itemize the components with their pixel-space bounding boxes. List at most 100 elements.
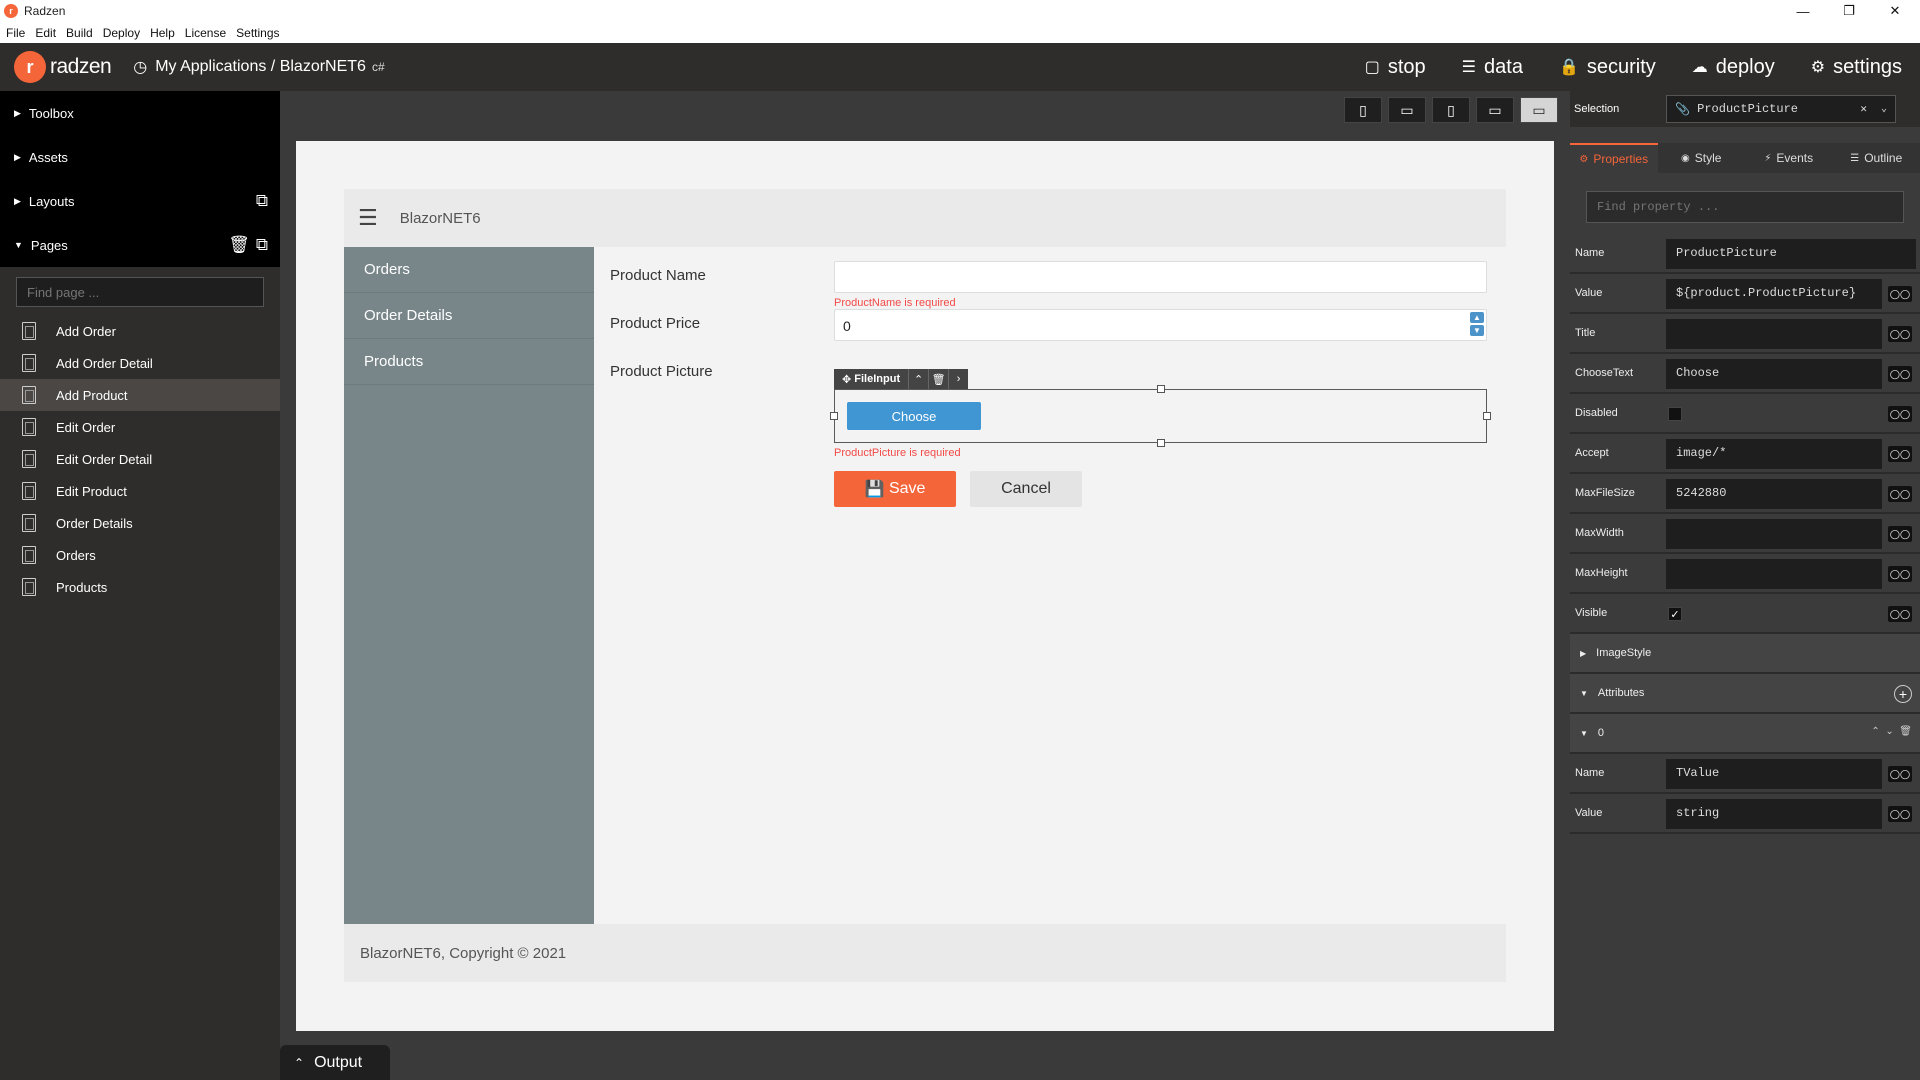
prop-value-input[interactable]: ${product.ProductPicture} bbox=[1666, 279, 1882, 309]
desktop-icon[interactable]: ▭ bbox=[1520, 97, 1558, 123]
menu-deploy[interactable]: Deploy bbox=[103, 26, 140, 40]
page-item-edit-order-detail[interactable]: Edit Order Detail bbox=[0, 443, 280, 475]
attr-value-input[interactable]: string bbox=[1666, 799, 1882, 829]
new-layout-icon[interactable]: ⧉ bbox=[256, 191, 268, 211]
restore-button[interactable]: ❐ bbox=[1826, 0, 1872, 22]
close-window-button[interactable]: ✕ bbox=[1872, 0, 1918, 22]
menu-license[interactable]: License bbox=[185, 26, 226, 40]
phone-portrait-icon[interactable]: ▯ bbox=[1344, 97, 1382, 123]
pages-section[interactable]: ▼ Pages 🗑 ⧉ bbox=[0, 223, 280, 267]
page-item-add-product[interactable]: Add Product bbox=[0, 379, 280, 411]
menu-file[interactable]: File bbox=[6, 26, 25, 40]
selection-dropdown[interactable]: 📎 ProductPicture ✕ ⌄ bbox=[1666, 95, 1896, 123]
bind-expression-icon[interactable]: ◯◯ bbox=[1888, 566, 1912, 582]
breadcrumb[interactable]: ◷ My Applications / BlazorNET6 c# bbox=[133, 57, 384, 77]
bind-expression-icon[interactable]: ◯◯ bbox=[1888, 766, 1912, 782]
phone-landscape-icon[interactable]: ▭ bbox=[1388, 97, 1426, 123]
prop-maxfilesize-input[interactable]: 5242880 bbox=[1666, 479, 1882, 509]
bind-expression-icon[interactable]: ◯◯ bbox=[1888, 326, 1912, 342]
prop-name-input[interactable]: ProductPicture bbox=[1666, 239, 1916, 269]
resize-handle-right[interactable] bbox=[1483, 412, 1491, 420]
menu-edit[interactable]: Edit bbox=[35, 26, 56, 40]
product-picture-fileinput[interactable]: Choose bbox=[830, 385, 1491, 447]
tab-style[interactable]: ◉ Style bbox=[1658, 143, 1746, 173]
trash-icon[interactable]: 🗑 bbox=[228, 235, 250, 255]
move-down-icon[interactable]: ⌄ bbox=[1885, 726, 1893, 737]
delete-component-icon[interactable]: 🗑 bbox=[928, 369, 949, 389]
product-name-input[interactable] bbox=[834, 261, 1487, 293]
tab-properties[interactable]: ⚙ Properties bbox=[1570, 143, 1658, 173]
deploy-button[interactable]: ☁ deploy bbox=[1692, 56, 1775, 79]
cancel-button[interactable]: Cancel bbox=[970, 471, 1082, 507]
tab-outline[interactable]: ☰ Outline bbox=[1833, 143, 1920, 173]
bind-expression-icon[interactable]: ◯◯ bbox=[1888, 486, 1912, 502]
bind-expression-icon[interactable]: ◯◯ bbox=[1888, 526, 1912, 542]
increment-icon[interactable]: ▲ bbox=[1470, 312, 1484, 323]
attr-name-input[interactable]: TValue bbox=[1666, 759, 1882, 789]
prop-accept-input[interactable]: image/* bbox=[1666, 439, 1882, 469]
visible-checkbox[interactable]: ✓ bbox=[1668, 607, 1682, 621]
layouts-section[interactable]: ▶ Layouts ⧉ bbox=[0, 179, 280, 223]
add-attribute-icon[interactable]: + bbox=[1894, 685, 1912, 703]
clear-selection-icon[interactable]: ✕ bbox=[1860, 102, 1867, 116]
resize-handle-bottom[interactable] bbox=[1157, 439, 1165, 447]
page-item-orders[interactable]: Orders bbox=[0, 539, 280, 571]
bind-expression-icon[interactable]: ◯◯ bbox=[1888, 806, 1912, 822]
trash-icon[interactable]: 🗑 bbox=[1899, 726, 1912, 737]
prop-maxwidth-input[interactable] bbox=[1666, 519, 1882, 549]
prop-title-input[interactable] bbox=[1666, 319, 1882, 349]
prop-choosetext-input[interactable]: Choose bbox=[1666, 359, 1882, 389]
save-button[interactable]: 💾 Save bbox=[834, 471, 956, 507]
output-tab[interactable]: ⌃ Output bbox=[280, 1045, 390, 1080]
bind-expression-icon[interactable]: ◯◯ bbox=[1888, 406, 1912, 422]
resize-handle-top[interactable] bbox=[1157, 385, 1165, 393]
disabled-checkbox[interactable] bbox=[1668, 407, 1682, 421]
find-page-input[interactable] bbox=[16, 277, 264, 307]
page-item-edit-product[interactable]: Edit Product bbox=[0, 475, 280, 507]
resize-handle-left[interactable] bbox=[830, 412, 838, 420]
new-page-icon[interactable]: ⧉ bbox=[256, 235, 268, 255]
tab-events[interactable]: ⚡ Events bbox=[1745, 143, 1833, 173]
expand-icon: ▶ bbox=[14, 107, 21, 118]
select-parent-icon[interactable]: ⌃ bbox=[908, 369, 929, 389]
bind-expression-icon[interactable]: ◯◯ bbox=[1888, 446, 1912, 462]
page-item-edit-order[interactable]: Edit Order bbox=[0, 411, 280, 443]
bind-expression-icon[interactable]: ◯◯ bbox=[1888, 286, 1912, 302]
menu-settings[interactable]: Settings bbox=[236, 26, 279, 40]
assets-section[interactable]: ▶ Assets bbox=[0, 135, 280, 179]
page-item-products[interactable]: Products bbox=[0, 571, 280, 603]
tablet-portrait-icon[interactable]: ▯ bbox=[1432, 97, 1470, 123]
nav-item-orders[interactable]: Orders bbox=[344, 247, 594, 293]
attribute-item[interactable]: ▼ 0 ⌃ ⌄ 🗑 bbox=[1570, 714, 1920, 754]
choose-button[interactable]: Choose bbox=[847, 402, 981, 430]
radzen-logo[interactable]: r radzen bbox=[14, 51, 112, 83]
page-item-add-order[interactable]: Add Order bbox=[0, 315, 280, 347]
stop-button[interactable]: ▢ stop bbox=[1365, 56, 1426, 79]
toolbox-section[interactable]: ▶ Toolbox bbox=[0, 91, 280, 135]
minimize-button[interactable]: — bbox=[1780, 0, 1826, 22]
prop-group-imagestyle[interactable]: ▶ ImageStyle bbox=[1570, 634, 1920, 674]
hamburger-icon[interactable]: ☰ bbox=[358, 205, 378, 231]
security-button[interactable]: 🔒 security bbox=[1559, 56, 1656, 79]
bind-expression-icon[interactable]: ◯◯ bbox=[1888, 366, 1912, 382]
find-property-input[interactable] bbox=[1586, 191, 1904, 223]
settings-button[interactable]: ⚙ settings bbox=[1811, 56, 1902, 79]
page-item-order-details[interactable]: Order Details bbox=[0, 507, 280, 539]
data-button[interactable]: ☰ data bbox=[1462, 56, 1523, 79]
tablet-landscape-icon[interactable]: ▭ bbox=[1476, 97, 1514, 123]
menu-help[interactable]: Help bbox=[150, 26, 175, 40]
next-component-icon[interactable]: › bbox=[948, 369, 969, 389]
component-name[interactable]: ✥ FileInput bbox=[834, 369, 909, 389]
menu-build[interactable]: Build bbox=[66, 26, 93, 40]
decrement-icon[interactable]: ▼ bbox=[1470, 325, 1484, 336]
prop-maxheight-input[interactable] bbox=[1666, 559, 1882, 589]
bind-expression-icon[interactable]: ◯◯ bbox=[1888, 606, 1912, 622]
design-canvas[interactable]: ☰ BlazorNET6 Orders Order Details Produc… bbox=[296, 141, 1554, 1031]
nav-item-order-details[interactable]: Order Details bbox=[344, 293, 594, 339]
prop-group-attributes[interactable]: ▼ Attributes + bbox=[1570, 674, 1920, 714]
product-price-input[interactable]: 0 ▲ ▼ bbox=[834, 309, 1487, 341]
page-item-add-order-detail[interactable]: Add Order Detail bbox=[0, 347, 280, 379]
nav-item-products[interactable]: Products bbox=[344, 339, 594, 385]
chevron-down-icon[interactable]: ⌄ bbox=[1881, 103, 1887, 115]
move-up-icon[interactable]: ⌃ bbox=[1871, 726, 1879, 737]
